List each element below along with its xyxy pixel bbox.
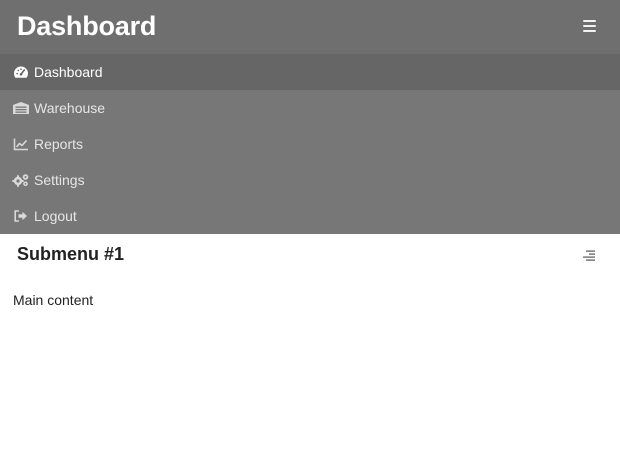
sidebar-menu: Dashboard Warehouse Reports Settings Log…	[0, 54, 620, 234]
sign-out-icon	[12, 209, 30, 223]
tachometer-icon	[12, 65, 30, 79]
page: Dashboard Dashboard Warehouse Reports Se…	[0, 0, 620, 472]
sidebar-item-reports[interactable]: Reports	[0, 126, 620, 162]
sidebar-item-settings[interactable]: Settings	[0, 162, 620, 198]
sidebar-item-warehouse[interactable]: Warehouse	[0, 90, 620, 126]
gears-icon	[12, 173, 30, 187]
align-right-icon[interactable]	[582, 249, 596, 263]
sidebar-item-label: Settings	[34, 172, 85, 188]
sidebar-item-label: Dashboard	[34, 64, 103, 80]
sidebar-item-logout[interactable]: Logout	[0, 198, 620, 234]
line-chart-icon	[12, 137, 30, 151]
sidebar-item-dashboard[interactable]: Dashboard	[0, 54, 620, 90]
warehouse-icon	[12, 101, 30, 115]
content-header: Submenu #1	[0, 234, 620, 280]
top-navbar: Dashboard	[0, 0, 620, 54]
page-title: Submenu #1	[17, 244, 125, 264]
brand-title[interactable]: Dashboard	[17, 8, 156, 44]
hamburger-icon[interactable]	[583, 20, 596, 32]
main-content: Main content	[13, 292, 94, 308]
sidebar-item-label: Logout	[34, 208, 77, 224]
sidebar-item-label: Reports	[34, 136, 84, 152]
sidebar-item-label: Warehouse	[34, 100, 106, 116]
